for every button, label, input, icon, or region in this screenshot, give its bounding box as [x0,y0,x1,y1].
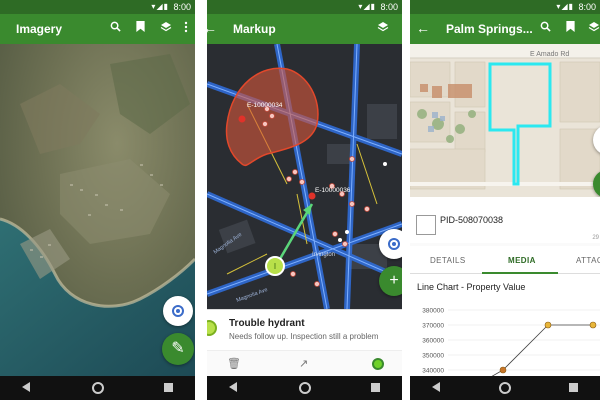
property-value-chart: 380000 370000 360000 350000 340000 [422,308,600,376]
app-bar: ← Palm Springs... [410,14,600,44]
hydrant-marker-label: I [274,262,276,271]
status-time: 8:00 [380,2,398,12]
nav-recent-icon[interactable] [371,383,380,392]
map-label-irvington: Irvington [312,252,335,258]
nav-home-icon[interactable] [298,382,311,394]
y-tick-label: 360000 [422,338,444,345]
feature-panel[interactable]: Trouble hydrant Needs follow up. Inspect… [207,309,402,376]
color-picker-icon[interactable] [372,358,384,370]
bookmark-icon[interactable] [566,21,575,35]
status-time: 8:00 [578,2,596,12]
locate-button[interactable] [379,229,402,259]
trash-icon[interactable]: 🗑 [227,357,241,370]
arrow-tool-icon[interactable]: ↗ [299,357,308,370]
more-icon[interactable] [184,21,188,36]
tab-media[interactable]: MEDIA [508,256,536,265]
edit-button[interactable]: ✎ [162,333,194,365]
parcel-thumbnail[interactable] [416,215,436,235]
nav-back-icon[interactable] [432,382,440,392]
parcel-id: PID-508070038 [440,215,504,225]
chart-panel: Line Chart - Property Value 380000 370000… [410,274,600,376]
bookmark-icon[interactable] [136,21,145,35]
markup-toolbar: 🗑 ↗ [207,350,402,376]
parcel-extra: 29 [592,235,599,241]
map-label-e36: E-10000036 [315,187,351,194]
status-time: 8:00 [173,2,191,12]
y-tick-label: 370000 [422,323,444,330]
utility-network-map[interactable]: I E-10000034 E-10000036 Irvington Magnol… [207,44,402,309]
map-label-e34: E-10000034 [247,102,283,109]
page-title: Imagery [16,22,63,36]
satellite-map[interactable] [0,44,195,376]
status-bar: ▾◢▮ 8:00 [207,0,402,14]
page-title: Markup [233,22,276,36]
nav-home-icon[interactable] [91,382,104,394]
plus-icon: + [389,272,399,289]
page-title: Palm Springs... [446,22,532,36]
back-arrow-icon[interactable]: ← [207,20,217,36]
status-icons: ▾◢▮ [556,2,574,11]
feature-description: Needs follow up. Inspection still a prob… [229,332,379,341]
pencil-icon: ✎ [171,340,185,357]
system-nav-bar [207,376,402,400]
layers-icon[interactable] [588,21,600,36]
status-icons: ▾◢▮ [358,2,376,11]
tab-details[interactable]: DETAILS [430,256,466,265]
nav-back-icon[interactable] [229,382,237,392]
hydrant-icon [207,320,217,336]
back-arrow-icon[interactable]: ← [416,20,430,36]
y-tick-label: 350000 [422,353,444,360]
data-point[interactable] [499,366,507,374]
map-label-street: E Amado Rd [530,51,569,58]
parcel-header[interactable]: PID-508070038 29 [410,197,600,243]
y-tick-label: 380000 [422,308,444,315]
nav-recent-icon[interactable] [164,383,173,392]
markup-screen: ▾◢▮ 8:00 ← Markup I E-10000034 E-1000003… [207,0,402,400]
status-bar: ▾◢▮ 8:00 [0,0,195,14]
add-button[interactable]: + [379,266,402,296]
nav-home-icon[interactable] [499,382,511,394]
locate-button[interactable] [163,296,193,326]
nav-back-icon[interactable] [22,382,30,392]
feature-title: Trouble hydrant [229,318,305,329]
layers-icon[interactable] [160,21,172,36]
detail-tabs: DETAILS MEDIA ATTAC [410,246,600,274]
parcel-map[interactable]: E Amado Rd [410,44,600,197]
y-tick-label: 340000 [422,368,444,375]
data-point[interactable] [589,321,597,329]
data-point[interactable] [544,321,552,329]
search-icon[interactable] [110,21,121,35]
tab-attachments[interactable]: ATTAC [576,256,600,265]
system-nav-bar [410,376,600,400]
status-bar: ▾◢▮ 8:00 [410,0,600,14]
parcel-screen: ▾◢▮ 8:00 ← Palm Springs... E Amado Rd PI… [410,0,600,400]
layers-icon[interactable] [377,21,389,36]
search-icon[interactable] [540,21,551,35]
imagery-screen: ▾◢▮ 8:00 Imagery ✎ [0,0,195,400]
series-line [502,324,593,371]
status-icons: ▾◢▮ [151,2,169,11]
app-bar: Imagery [0,14,195,44]
nav-recent-icon[interactable] [569,383,578,392]
app-bar: ← Markup [207,14,402,44]
system-nav-bar [0,376,195,400]
